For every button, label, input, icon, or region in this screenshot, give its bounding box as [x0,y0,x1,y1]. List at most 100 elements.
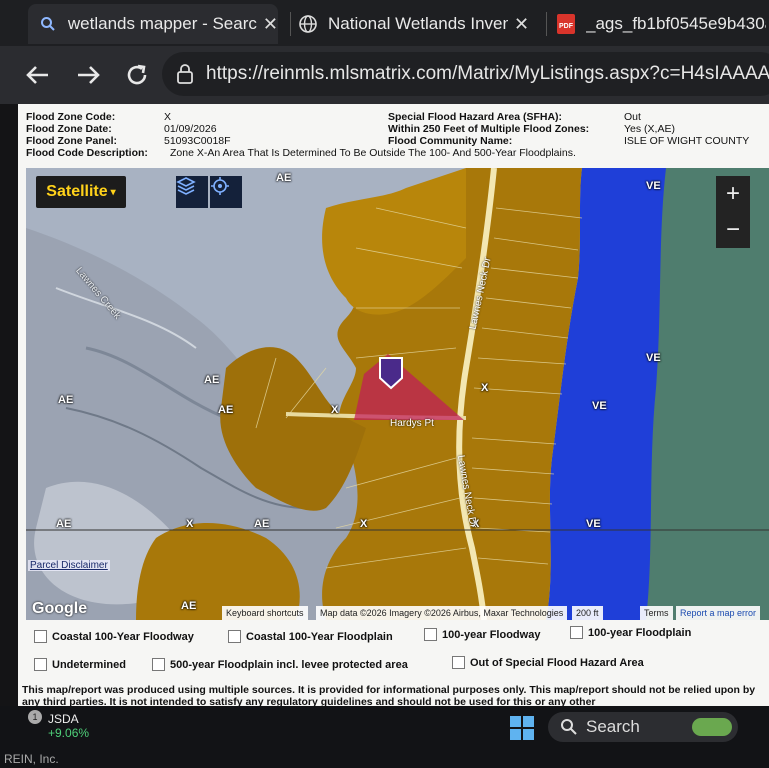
zone-label-ae: AE [58,394,74,406]
zone-label-ae: AE [218,404,234,416]
zone-label-ae: AE [204,374,220,386]
forward-button[interactable] [74,60,104,90]
satellite-label: Satellite [46,183,108,200]
url-text: https://reinmls.mlsmatrix.com/Matrix/MyL… [206,63,769,84]
crosshair-icon [211,177,229,195]
tab-wetlands-search[interactable]: wetlands mapper - Search ✕ [28,4,278,44]
zone-date-value: 01/09/2026 [164,123,217,135]
zone-code-value: X [164,111,172,123]
address-bar[interactable]: https://reinmls.mlsmatrix.com/Matrix/MyL… [162,52,769,96]
within-value: Yes (X,AE) [624,123,675,135]
terms-link[interactable]: Terms [640,606,673,620]
zoom-controls: + − [716,176,750,248]
close-tab-icon[interactable]: ✕ [263,14,278,35]
tab-ags-pdf[interactable]: PDF _ags_fb1bf0545e9b430a8 [556,4,769,44]
zone-label-ve: VE [586,518,601,530]
community-label: Flood Community Name: [388,135,513,147]
zone-label-x: X [331,404,339,416]
stock-widget[interactable]: JSDA +9.06% [48,712,89,740]
flood-info-header: Flood Zone Code: X Flood Zone Date: 01/0… [18,109,769,163]
sfha-label: Special Flood Hazard Area (SFHA): [388,111,563,123]
browser-toolbar: https://reinmls.mlsmatrix.com/Matrix/MyL… [0,46,769,104]
layers-icon [176,177,196,195]
legend-item[interactable]: 500-year Floodplain incl. levee protecte… [152,658,408,671]
zoom-in-button[interactable]: + [716,176,750,212]
zone-label-x: X [360,518,368,530]
legend-label: Coastal 100-Year Floodplain [246,630,393,643]
reload-button[interactable] [122,60,152,90]
back-arrow-icon [26,66,48,84]
legend-label: Coastal 100-Year Floodway [52,630,194,643]
zone-label-ae: AE [181,600,197,612]
flood-report-page: Flood Zone Code: X Flood Zone Date: 01/0… [18,104,769,706]
search-highlight-icon [692,718,732,736]
flood-legend: Coastal 100-Year Floodway Coastal 100-Ye… [18,622,769,682]
legend-label: 100-year Floodway [442,628,541,641]
layers-button[interactable] [176,176,208,208]
road-label: Hardys Pt [390,418,434,429]
legend-label: Undetermined [52,658,126,671]
forward-arrow-icon [78,66,100,84]
zone-date-label: Flood Zone Date: [26,123,112,135]
legend-checkbox[interactable] [452,656,465,669]
description-value: Zone X-An Area That Is Determined To Be … [170,147,576,159]
zone-label-ae: AE [56,518,72,530]
google-logo: Google [32,600,88,617]
report-map-error-link[interactable]: Report a map error [676,606,761,620]
keyboard-shortcuts-link[interactable]: Keyboard shortcuts [222,606,308,620]
svg-text:PDF: PDF [559,23,574,30]
back-button[interactable] [22,60,52,90]
legend-item[interactable]: 100-year Floodway [424,628,540,641]
zone-label-ae: AE [254,518,270,530]
tab-label: National Wetlands Invent [328,14,508,33]
legend-label: 100-year Floodplain [588,626,692,639]
legend-checkbox[interactable] [424,628,437,641]
legend-item[interactable]: Coastal 100-Year Floodway [34,630,194,643]
satellite-toggle-button[interactable]: Satellite ▾ [36,176,126,208]
tab-national-wetlands[interactable]: National Wetlands Invent ✕ [298,4,540,44]
browser-tab-strip: wetlands mapper - Search ✕ National Wetl… [0,0,769,46]
stock-change: +9.06% [48,726,90,740]
zone-label-ve: VE [646,180,661,192]
zone-panel-label: Flood Zone Panel: [26,135,117,147]
reload-icon [127,64,147,85]
close-tab-icon[interactable]: ✕ [514,14,529,35]
legend-checkbox[interactable] [228,630,241,643]
zone-label-ve: VE [592,400,607,412]
windows-start-icon[interactable] [510,716,534,740]
within-label: Within 250 Feet of Multiple Flood Zones: [388,123,590,135]
legend-item[interactable]: Out of Special Flood Hazard Area [452,656,644,669]
legend-item[interactable]: Coastal 100-Year Floodplain [228,630,393,643]
scale-indicator: 200 ft [572,606,603,620]
zone-label-x: X [186,518,194,530]
locate-button[interactable] [210,176,242,208]
map-imagery [26,168,769,620]
zone-code-label: Flood Zone Code: [26,111,116,123]
legend-item[interactable]: 100-year Floodplain [570,626,691,639]
legend-checkbox[interactable] [34,630,47,643]
zone-label-ve: VE [646,352,661,364]
legend-label: 500-year Floodplain incl. levee protecte… [170,658,408,671]
windows-taskbar: 1 JSDA +9.06% Search REIN, Inc. [0,706,769,768]
globe-icon [298,14,318,34]
tab-label: _ags_fb1bf0545e9b430a8 [586,14,766,33]
flood-map[interactable]: Satellite ▾ + − AE AE AE AE AE AE AE X X … [26,168,769,620]
photo-of-monitor: wetlands mapper - Search ✕ National Wetl… [0,0,769,768]
legend-checkbox[interactable] [570,626,583,639]
zone-panel-value: 51093C0018F [164,135,231,147]
description-label: Flood Code Description: [26,147,148,159]
taskbar-search[interactable]: Search [548,712,738,742]
parcel-disclaimer-link[interactable]: Parcel Disclaimer [28,560,110,571]
legend-item[interactable]: Undetermined [34,658,126,671]
search-icon [561,719,577,735]
search-label: Search [586,717,640,736]
rein-watermark: REIN, Inc. [4,752,59,766]
sfha-value: Out [624,111,641,123]
legend-checkbox[interactable] [152,658,165,671]
search-icon [38,14,58,34]
map-disclaimer: This map/report was produced using multi… [22,684,756,706]
map-data-attribution: Map data ©2026 Imagery ©2026 Airbus, Max… [316,606,568,620]
zoom-out-button[interactable]: − [716,212,750,248]
legend-checkbox[interactable] [34,658,47,671]
notification-badge: 1 [28,710,42,724]
